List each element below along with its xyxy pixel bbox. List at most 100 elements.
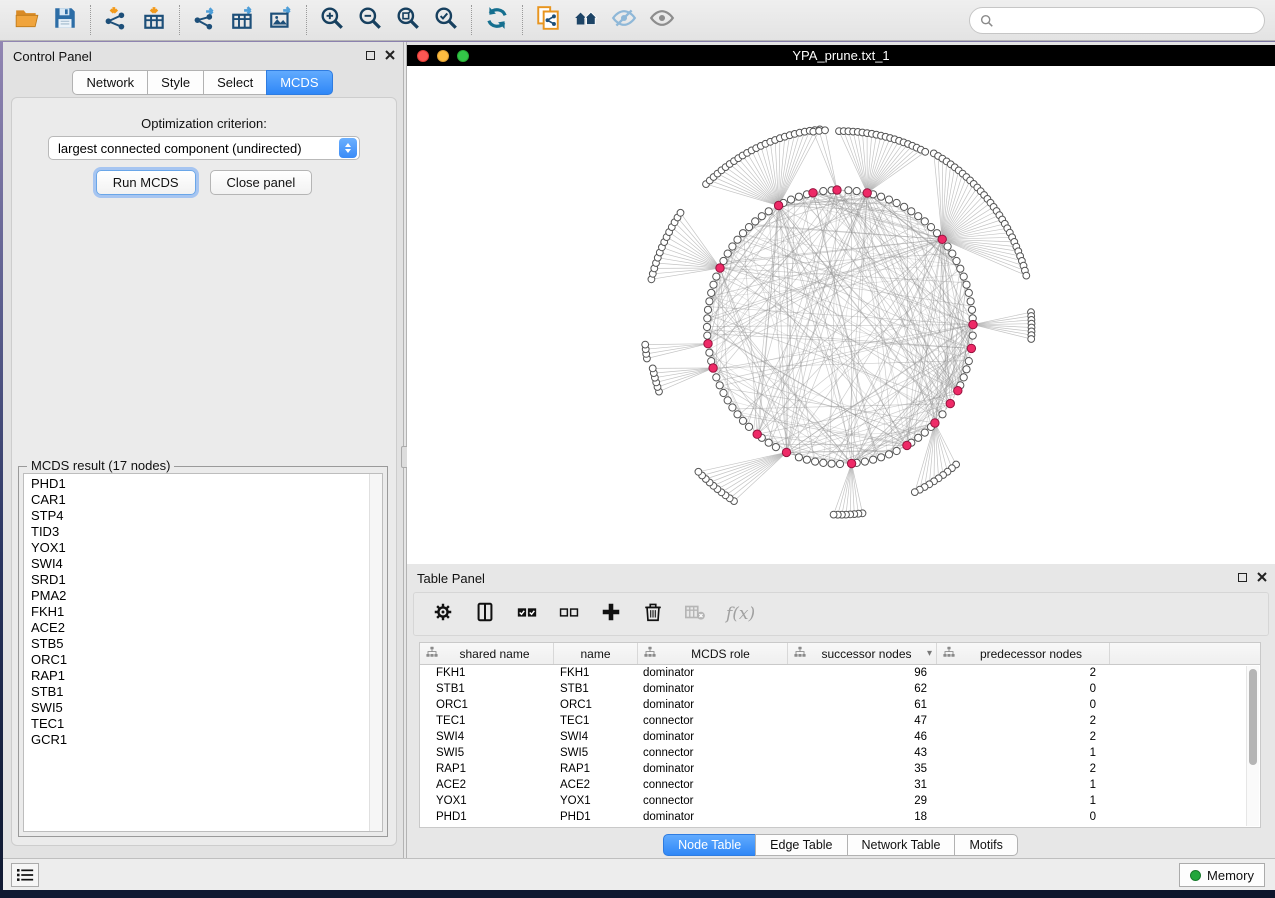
add-column-button[interactable] xyxy=(600,601,622,628)
table-cell[interactable]: ACE2 xyxy=(554,779,638,791)
table-cell[interactable]: 18 xyxy=(788,811,937,823)
network-canvas[interactable] xyxy=(407,66,1275,564)
table-row[interactable]: STB1STB1dominator620 xyxy=(420,681,1260,697)
table-row[interactable]: RAP1RAP1dominator352 xyxy=(420,761,1260,777)
mcds-result-item[interactable]: TID3 xyxy=(31,524,382,540)
table-cell[interactable]: connector xyxy=(638,795,788,807)
mcds-result-item[interactable]: TEC1 xyxy=(31,716,382,732)
table-cell[interactable]: 43 xyxy=(788,747,937,759)
table-row[interactable]: FKH1FKH1dominator962 xyxy=(420,665,1260,681)
mcds-result-item[interactable]: ORC1 xyxy=(31,652,382,668)
delete-table-button[interactable] xyxy=(684,601,706,628)
column-header-name[interactable]: name xyxy=(554,643,638,664)
table-cell[interactable]: 2 xyxy=(937,731,1110,743)
toggle-column-button[interactable] xyxy=(474,601,496,628)
column-header-successor-nodes[interactable]: successor nodes▾ xyxy=(788,643,937,664)
table-row[interactable]: SWI5SWI5connector431 xyxy=(420,745,1260,761)
table-cell[interactable]: 46 xyxy=(788,731,937,743)
table-cell[interactable]: 29 xyxy=(788,795,937,807)
mcds-result-item[interactable]: STB5 xyxy=(31,636,382,652)
table-cell[interactable]: 1 xyxy=(937,779,1110,791)
mcds-result-item[interactable]: GCR1 xyxy=(31,732,382,748)
table-cell[interactable]: 1 xyxy=(937,747,1110,759)
tab-network-table[interactable]: Network Table xyxy=(847,834,956,856)
mcds-result-item[interactable]: SWI5 xyxy=(31,700,382,716)
table-cell[interactable]: 0 xyxy=(937,699,1110,711)
float-panel-icon[interactable] xyxy=(366,51,375,60)
table-cell[interactable]: SWI5 xyxy=(554,747,638,759)
zoom-out-button[interactable] xyxy=(351,3,389,37)
mcds-result-item[interactable]: PMA2 xyxy=(31,588,382,604)
table-cell[interactable]: 61 xyxy=(788,699,937,711)
table-row[interactable]: SWI4SWI4dominator462 xyxy=(420,729,1260,745)
search-input[interactable] xyxy=(1000,12,1254,29)
table-cell[interactable]: PHD1 xyxy=(420,811,554,823)
column-header-predecessor-nodes[interactable]: predecessor nodes xyxy=(937,643,1110,664)
show-all-button[interactable] xyxy=(643,3,681,37)
table-cell[interactable]: 0 xyxy=(937,811,1110,823)
export-table-button[interactable] xyxy=(224,3,262,37)
table-row[interactable]: ACE2ACE2connector311 xyxy=(420,777,1260,793)
table-cell[interactable]: PHD1 xyxy=(554,811,638,823)
float-table-panel-icon[interactable] xyxy=(1238,573,1247,582)
table-cell[interactable]: SWI5 xyxy=(420,747,554,759)
table-cell[interactable]: connector xyxy=(638,747,788,759)
mcds-result-item[interactable]: FKH1 xyxy=(31,604,382,620)
mcds-result-item[interactable]: YOX1 xyxy=(31,540,382,556)
table-cell[interactable]: FKH1 xyxy=(554,667,638,679)
mcds-result-item[interactable]: PHD1 xyxy=(31,476,382,492)
column-header-MCDS-role[interactable]: MCDS role xyxy=(638,643,788,664)
table-row[interactable]: ORC1ORC1dominator610 xyxy=(420,697,1260,713)
tab-network[interactable]: Network xyxy=(72,70,148,95)
mcds-result-item[interactable]: SWI4 xyxy=(31,556,382,572)
table-cell[interactable]: YOX1 xyxy=(420,795,554,807)
close-panel-icon[interactable] xyxy=(385,50,395,60)
table-row[interactable]: TEC1TEC1connector472 xyxy=(420,713,1260,729)
table-row[interactable]: YOX1YOX1connector291 xyxy=(420,793,1260,809)
column-header-shared-name[interactable]: shared name xyxy=(420,643,554,664)
first-neighbors-button[interactable] xyxy=(567,3,605,37)
table-cell[interactable]: 0 xyxy=(937,683,1110,695)
import-network-button[interactable] xyxy=(97,3,135,37)
open-session-button[interactable] xyxy=(8,3,46,37)
table-cell[interactable]: 2 xyxy=(937,715,1110,727)
zoom-fit-button[interactable] xyxy=(389,3,427,37)
deselect-all-rows-button[interactable] xyxy=(558,601,580,628)
task-history-button[interactable] xyxy=(11,863,39,887)
table-cell[interactable]: connector xyxy=(638,779,788,791)
close-panel-button[interactable]: Close panel xyxy=(210,170,313,195)
mcds-result-item[interactable]: STB1 xyxy=(31,684,382,700)
memory-button[interactable]: Memory xyxy=(1179,863,1265,887)
export-network-button[interactable] xyxy=(186,3,224,37)
table-cell[interactable]: connector xyxy=(638,715,788,727)
search-field[interactable] xyxy=(969,7,1265,34)
table-cell[interactable]: TEC1 xyxy=(420,715,554,727)
table-cell[interactable]: SWI4 xyxy=(554,731,638,743)
function-builder-button[interactable]: f(x) xyxy=(726,604,755,624)
table-cell[interactable]: dominator xyxy=(638,683,788,695)
refresh-view-button[interactable] xyxy=(478,3,516,37)
mcds-result-item[interactable]: SRD1 xyxy=(31,572,382,588)
tab-node-table[interactable]: Node Table xyxy=(663,834,756,856)
table-cell[interactable]: RAP1 xyxy=(554,763,638,775)
tab-select[interactable]: Select xyxy=(203,70,267,95)
run-mcds-button[interactable]: Run MCDS xyxy=(96,170,196,195)
table-cell[interactable]: ACE2 xyxy=(420,779,554,791)
table-cell[interactable]: 2 xyxy=(937,667,1110,679)
table-cell[interactable]: 35 xyxy=(788,763,937,775)
table-row[interactable]: PHD1PHD1dominator180 xyxy=(420,809,1260,825)
clone-network-button[interactable] xyxy=(529,3,567,37)
table-cell[interactable]: ORC1 xyxy=(554,699,638,711)
mcds-result-item[interactable]: ACE2 xyxy=(31,620,382,636)
table-cell[interactable]: STB1 xyxy=(554,683,638,695)
zoom-selected-button[interactable] xyxy=(427,3,465,37)
table-cell[interactable]: ORC1 xyxy=(420,699,554,711)
network-window-titlebar[interactable]: YPA_prune.txt_1 xyxy=(407,45,1275,66)
table-cell[interactable]: 96 xyxy=(788,667,937,679)
table-cell[interactable]: 47 xyxy=(788,715,937,727)
table-cell[interactable]: dominator xyxy=(638,763,788,775)
mcds-result-item[interactable]: RAP1 xyxy=(31,668,382,684)
table-cell[interactable]: dominator xyxy=(638,699,788,711)
select-all-rows-button[interactable] xyxy=(516,601,538,628)
table-cell[interactable]: RAP1 xyxy=(420,763,554,775)
